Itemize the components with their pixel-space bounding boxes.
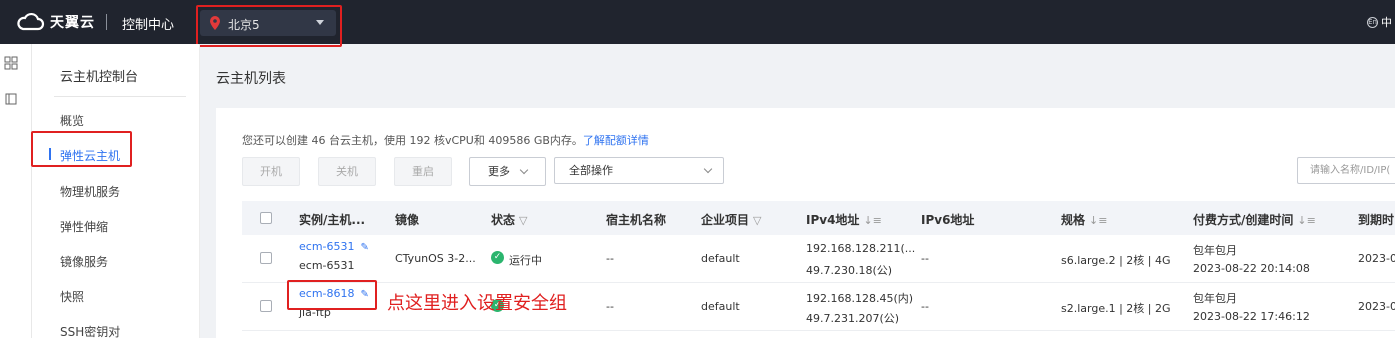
col-project[interactable]: 企业项目 ▽: [701, 211, 761, 228]
ipv4-private: 192.168.128.45(内): [806, 292, 914, 305]
start-button[interactable]: 开机: [242, 157, 300, 186]
quota-text: 您还可以创建 46 台云主机，使用 192 核vCPU和 409586 GB内存…: [242, 134, 583, 147]
highlight-box-instance: [287, 280, 377, 310]
sidebar-item-bare-metal[interactable]: 物理机服务: [60, 183, 120, 200]
all-operations-label: 全部操作: [569, 164, 613, 177]
enterprise-project: default: [701, 252, 740, 265]
ipv4-public: 49.7.230.18(公): [806, 264, 893, 277]
expire-time: 2023-0: [1358, 252, 1395, 265]
more-label: 更多: [488, 165, 510, 178]
billing-mode: 包年包月: [1193, 244, 1237, 257]
collapse-panel-icon[interactable]: [4, 92, 18, 106]
instance-host-name: ecm-6531: [299, 259, 355, 272]
topbar-divider: [106, 14, 107, 30]
sidebar-item-snapshots[interactable]: 快照: [60, 288, 84, 305]
highlight-box-sidebar: [31, 131, 132, 167]
sidebar-item-overview[interactable]: 概览: [60, 112, 84, 129]
ipv4-private: 192.168.128.211(...: [806, 242, 916, 255]
row-checkbox[interactable]: [260, 252, 272, 264]
row-checkbox[interactable]: [260, 300, 272, 312]
page-title: 云主机列表: [216, 71, 286, 87]
brand-name: 天翼云: [50, 15, 95, 31]
language-switch[interactable]: En 中: [1367, 14, 1392, 30]
enterprise-project: default: [701, 300, 740, 313]
select-all-checkbox[interactable]: [260, 212, 272, 224]
annotation-text: 点这里进入设置安全组: [387, 293, 567, 314]
row-divider: [242, 282, 1395, 283]
status-text: 运行中: [509, 254, 542, 267]
brand-logo[interactable]: 天翼云: [16, 12, 95, 32]
all-operations-select[interactable]: 全部操作: [554, 157, 724, 184]
col-ipv6: IPv6地址: [921, 213, 975, 227]
instance-id-link[interactable]: ecm-6531 ✎: [299, 240, 369, 253]
col-status[interactable]: 状态 ▽: [491, 211, 527, 228]
col-ipv4[interactable]: IPv4地址 ↓≡: [806, 211, 882, 228]
created-time: 2023-08-22 17:46:12: [1193, 310, 1310, 323]
chevron-down-icon: [703, 164, 713, 174]
filter-icon[interactable]: ▽: [519, 214, 527, 227]
sidebar-title: 云主机控制台: [60, 70, 139, 85]
billing-mode: 包年包月: [1193, 292, 1237, 305]
ipv6-address: --: [921, 252, 929, 265]
search-input[interactable]: 请输入名称/ID/IP(: [1297, 157, 1395, 184]
created-time: 2023-08-22 20:14:08: [1193, 262, 1310, 275]
language-label: 中: [1381, 16, 1392, 29]
cloud-logo-icon: [17, 12, 45, 31]
col-expire: 到期时: [1358, 213, 1395, 227]
running-status-icon: ✓: [491, 251, 504, 264]
row-divider: [242, 330, 1395, 331]
stop-button[interactable]: 关机: [318, 157, 376, 186]
sort-icon[interactable]: ↓≡: [1089, 214, 1107, 227]
quota-details-link[interactable]: 了解配额详情: [583, 134, 649, 147]
chevron-down-icon: [519, 165, 529, 175]
highlight-box-region: [196, 5, 342, 47]
expire-time: 2023-0: [1358, 300, 1395, 313]
sidebar-item-ssh-keys[interactable]: SSH密钥对: [60, 323, 120, 338]
top-navigation-bar: 天翼云 控制中心 北京5 En 中: [0, 0, 1395, 47]
sidebar: 云主机控制台 概览 弹性云主机 物理机服务 弹性伸缩 镜像服务 快照 SSH密钥…: [32, 44, 200, 338]
globe-icon: En: [1367, 16, 1378, 28]
host-name: --: [606, 252, 614, 265]
spec: s2.large.1 | 2核 | 2G: [1061, 302, 1171, 315]
col-image: 镜像: [395, 213, 420, 227]
spec: s6.large.2 | 2核 | 4G: [1061, 254, 1171, 267]
sort-icon[interactable]: ↓≡: [1297, 214, 1315, 227]
restart-button[interactable]: 重启: [394, 157, 452, 186]
col-instance: 实例/主机...: [299, 213, 366, 227]
quota-info: 您还可以创建 46 台云主机，使用 192 核vCPU和 409586 GB内存…: [242, 132, 649, 148]
col-host: 宿主机名称: [606, 213, 667, 227]
sidebar-item-autoscaling[interactable]: 弹性伸缩: [60, 218, 108, 235]
icon-rail: [0, 44, 32, 338]
sidebar-item-images[interactable]: 镜像服务: [60, 253, 108, 270]
col-billing[interactable]: 付费方式/创建时间 ↓≡: [1193, 211, 1316, 228]
grid-apps-icon[interactable]: [4, 56, 18, 70]
host-name: --: [606, 300, 614, 313]
more-actions-dropdown[interactable]: 更多: [469, 157, 546, 186]
image-name: CTyunOS 3-2...: [395, 252, 476, 265]
sort-icon[interactable]: ↓≡: [863, 214, 881, 227]
col-spec[interactable]: 规格 ↓≡: [1061, 211, 1107, 228]
ipv6-address: --: [921, 300, 929, 313]
filter-icon[interactable]: ▽: [753, 214, 761, 227]
sidebar-divider: [54, 96, 186, 97]
console-link[interactable]: 控制中心: [122, 14, 174, 33]
edit-icon[interactable]: ✎: [361, 242, 369, 253]
ipv4-public: 49.7.231.207(公): [806, 312, 900, 325]
